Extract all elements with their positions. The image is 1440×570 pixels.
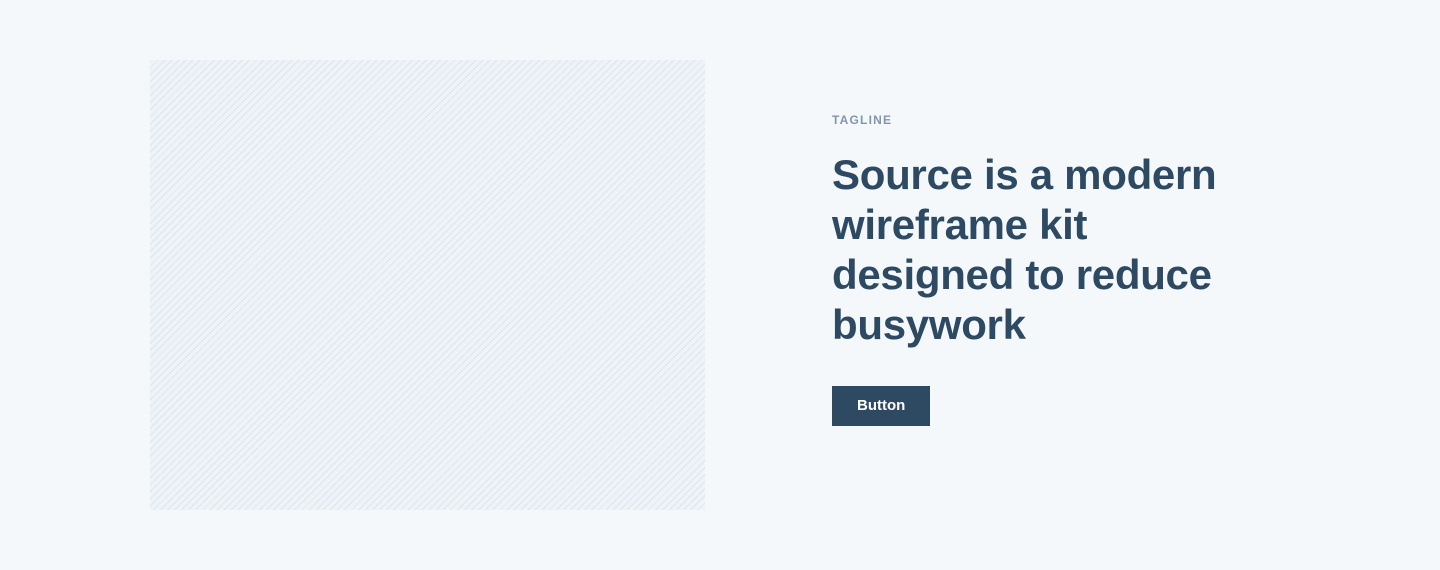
- hero-section: TAGLINE Source is a modern wireframe kit…: [0, 0, 1440, 570]
- headline: Source is a modern wireframe kit designe…: [832, 151, 1217, 348]
- hero-content: TAGLINE Source is a modern wireframe kit…: [832, 110, 1292, 426]
- cta-button[interactable]: Button: [832, 386, 931, 426]
- image-placeholder: [150, 60, 705, 510]
- tagline: TAGLINE: [832, 113, 893, 127]
